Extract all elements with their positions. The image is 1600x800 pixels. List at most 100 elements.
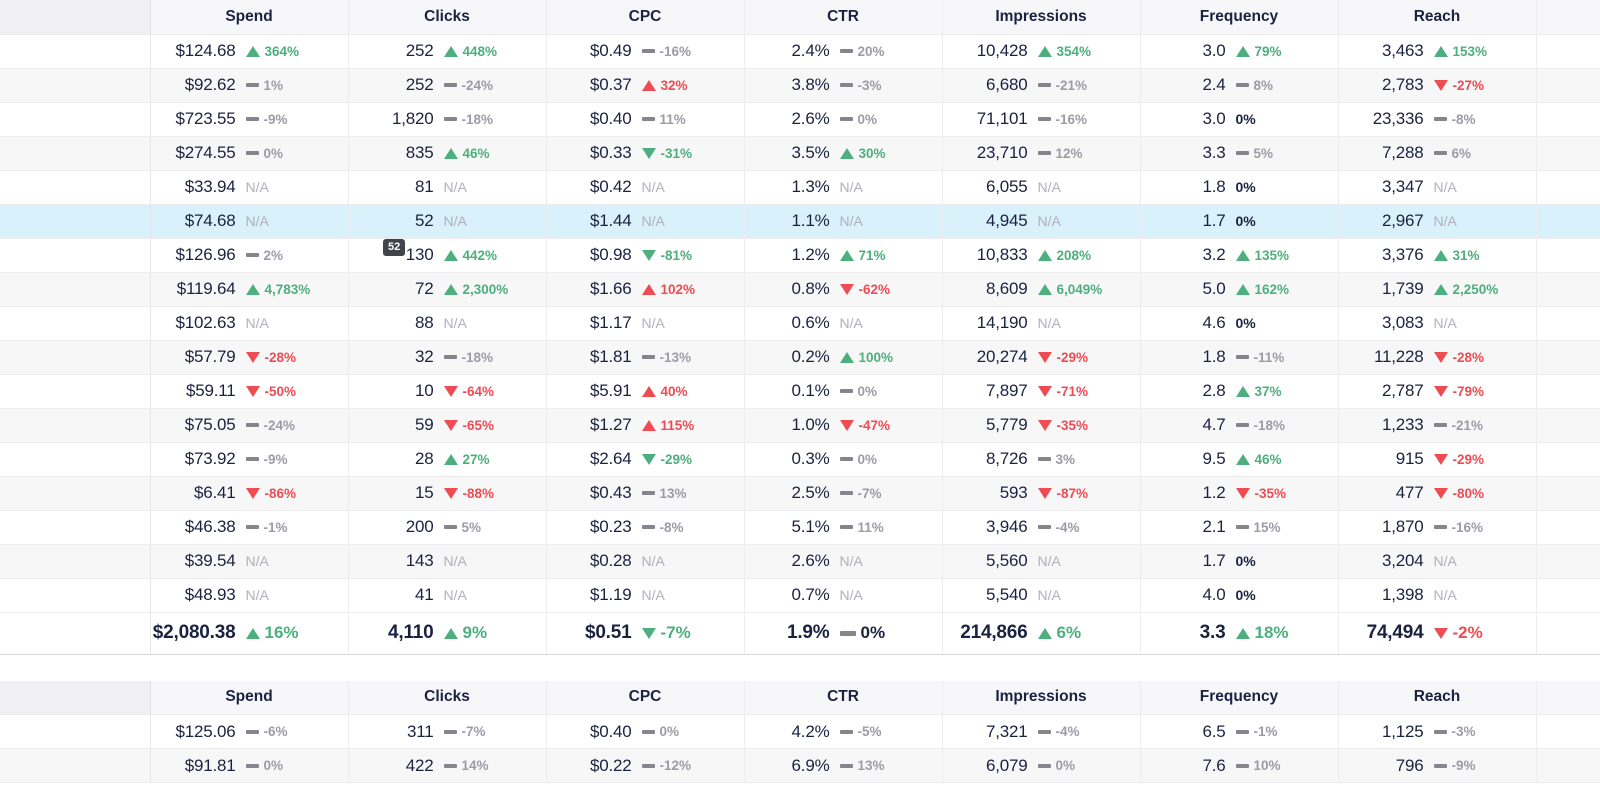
- metric-cell[interactable]: $6.41 -86%: [150, 476, 349, 511]
- metric-cell[interactable]: $0.40 0%: [546, 714, 745, 749]
- table-row[interactable]: ess Image $57.79 -28% 32 -18% $1.81 -13% 0.2% 10…: [0, 340, 1600, 375]
- row-label[interactable]: quest Conquest: [0, 306, 151, 341]
- table-row[interactable]: ideo$59.11-50%10-64%$5.9140%0.1%0%7,897-…: [0, 374, 1600, 409]
- table-row[interactable]: Video - Fixed ... $73.92 -9% 28 27% $2.64 -29%…: [0, 442, 1600, 477]
- metric-cell-partial[interactable]: $: [1536, 204, 1600, 239]
- metric-cell[interactable]: 8,726 3%: [942, 442, 1141, 477]
- metric-cell[interactable]: 214,866 6%: [942, 611, 1141, 655]
- metric-cell[interactable]: 20,274 -29%: [942, 340, 1141, 375]
- row-label[interactable]: der $10k: [0, 476, 151, 511]
- metric-cell[interactable]: 2.4 8%: [1140, 68, 1339, 103]
- metric-cell[interactable]: $74.68 N/A: [150, 204, 349, 239]
- metric-cell[interactable]: $73.92 -9%: [150, 442, 349, 477]
- metric-cell[interactable]: $119.64 4,783%: [150, 272, 349, 307]
- metric-cell[interactable]: $1.17 N/A: [546, 306, 745, 341]
- table-row[interactable]: der $15k$46.38-1%2005%$0.23-8%5.1%11%3,9…: [0, 510, 1600, 545]
- metric-cell[interactable]: 1,739 2,250%: [1338, 272, 1537, 307]
- metric-cell[interactable]: $2,080.38 16%: [150, 611, 349, 655]
- metric-cell[interactable]: 593 -87%: [942, 476, 1141, 511]
- column-header-name[interactable]: areness: [0, 0, 151, 35]
- metric-cell[interactable]: 74,494 -2%: [1338, 611, 1537, 655]
- table-row[interactable]: Used Vehicle$274.550%83546%$0.33-31%3.5%…: [0, 136, 1600, 171]
- metric-cell-partial[interactable]: $: [1536, 272, 1600, 307]
- metric-cell[interactable]: 1.8 -11%: [1140, 340, 1339, 375]
- metric-cell[interactable]: $75.05 -24%: [150, 408, 349, 443]
- metric-cell[interactable]: 0.3% 0%: [744, 442, 943, 477]
- metric-cell-partial[interactable]: $: [1536, 510, 1600, 545]
- row-label[interactable]: n - Used Purch...: [0, 748, 151, 783]
- column-header[interactable]: Spend: [150, 680, 349, 715]
- row-label[interactable]: ars: [0, 68, 151, 103]
- column-header-partial[interactable]: [1536, 0, 1600, 35]
- metric-cell[interactable]: 8,609 6,049%: [942, 272, 1141, 307]
- metric-cell[interactable]: $124.68 364%: [150, 34, 349, 69]
- metric-cell[interactable]: 0.8% -62%: [744, 272, 943, 307]
- metric-cell[interactable]: 2.4% 20%: [744, 34, 943, 69]
- column-header[interactable]: Reach: [1338, 0, 1537, 35]
- metric-cell[interactable]: $723.55 -9%: [150, 102, 349, 137]
- table-row[interactable]: argeting Retarg... $48.93 N/A 41 N/A $1.19 N/A…: [0, 578, 1600, 613]
- metric-cell[interactable]: 3.5% 30%: [744, 136, 943, 171]
- row-label[interactable]: nage Bad Credi...: [0, 170, 151, 205]
- row-label[interactable]: ence Conques...: [0, 238, 151, 273]
- metric-cell[interactable]: 5,779 -35%: [942, 408, 1141, 443]
- metric-cell[interactable]: 1.7 0%: [1140, 544, 1339, 579]
- metric-cell[interactable]: 81 N/A: [348, 170, 547, 205]
- metric-cell[interactable]: 2.5% -7%: [744, 476, 943, 511]
- metric-cell[interactable]: 4,945 N/A: [942, 204, 1141, 239]
- metric-cell[interactable]: $1.44 N/A: [546, 204, 745, 239]
- metric-cell[interactable]: 28 27%: [348, 442, 547, 477]
- row-label[interactable]: er Service New...: [0, 204, 151, 239]
- metric-cell[interactable]: 422 14%: [348, 748, 547, 783]
- row-label[interactable]: eness Image - ...: [0, 408, 151, 443]
- metric-cell[interactable]: 1,233 -21%: [1338, 408, 1537, 443]
- metric-cell[interactable]: 72 2,300%: [348, 272, 547, 307]
- metric-cell[interactable]: 6,055 N/A: [942, 170, 1141, 205]
- column-header[interactable]: Clicks: [348, 0, 547, 35]
- row-label[interactable]: argeting Retarg...: [0, 578, 151, 613]
- metric-cell[interactable]: 7,321 -4%: [942, 714, 1141, 749]
- metric-cell[interactable]: 14,190 N/A: [942, 306, 1141, 341]
- metric-cell[interactable]: $2.64 -29%: [546, 442, 745, 477]
- row-label[interactable]: n - New Lease ...: [0, 714, 151, 749]
- metric-cell[interactable]: 3,347 N/A: [1338, 170, 1537, 205]
- table-row[interactable]: rs$124.68364%252448%$0.49-16%2.4%20%10,4…: [0, 34, 1600, 69]
- metric-cell[interactable]: 3.0 79%: [1140, 34, 1339, 69]
- row-label[interactable]: rs: [0, 34, 151, 69]
- metric-cell[interactable]: 10 -64%: [348, 374, 547, 409]
- metric-cell[interactable]: $0.33 -31%: [546, 136, 745, 171]
- metric-cell[interactable]: $1.27 115%: [546, 408, 745, 443]
- metric-cell[interactable]: $1.19 N/A: [546, 578, 745, 613]
- metric-cell[interactable]: 41 N/A: [348, 578, 547, 613]
- metric-cell[interactable]: $57.79 -28%: [150, 340, 349, 375]
- column-header[interactable]: Clicks: [348, 680, 547, 715]
- metric-cell[interactable]: 6,079 0%: [942, 748, 1141, 783]
- column-header[interactable]: Frequency: [1140, 0, 1339, 35]
- metric-cell-partial[interactable]: $: [1536, 748, 1600, 783]
- metric-cell[interactable]: 4.0 0%: [1140, 578, 1339, 613]
- metric-cell[interactable]: 7,288 6%: [1338, 136, 1537, 171]
- metric-cell-partial[interactable]: $: [1536, 578, 1600, 613]
- metric-cell[interactable]: 52 N/A: [348, 204, 547, 239]
- metric-cell-partial[interactable]: $: [1536, 136, 1600, 171]
- metric-cell[interactable]: 5,540 N/A: [942, 578, 1141, 613]
- row-label[interactable]: ence Conques...: [0, 272, 151, 307]
- metric-cell[interactable]: 23,336 -8%: [1338, 102, 1537, 137]
- metric-cell[interactable]: $0.40 11%: [546, 102, 745, 137]
- metric-cell[interactable]: 835 46%: [348, 136, 547, 171]
- metric-cell[interactable]: $0.51 -7%: [546, 611, 745, 655]
- metric-cell[interactable]: 5,560 N/A: [942, 544, 1141, 579]
- row-label[interactable]: Video - Fixed ...: [0, 442, 151, 477]
- metric-cell[interactable]: 3.3 5%: [1140, 136, 1339, 171]
- metric-cell[interactable]: 0.6% N/A: [744, 306, 943, 341]
- metric-cell-partial[interactable]: $: [1536, 34, 1600, 69]
- metric-cell[interactable]: 71,101 -16%: [942, 102, 1141, 137]
- column-header-name[interactable]: ideration: [0, 680, 151, 715]
- metric-cell[interactable]: 32 -18%: [348, 340, 547, 375]
- metric-cell[interactable]: $126.96 2%: [150, 238, 349, 273]
- metric-cell[interactable]: 1,125 -3%: [1338, 714, 1537, 749]
- row-label[interactable]: der $20k: [0, 544, 151, 579]
- column-header[interactable]: CTR: [744, 0, 943, 35]
- metric-cell[interactable]: 10,428 354%: [942, 34, 1141, 69]
- metric-cell-partial[interactable]: $: [1536, 714, 1600, 749]
